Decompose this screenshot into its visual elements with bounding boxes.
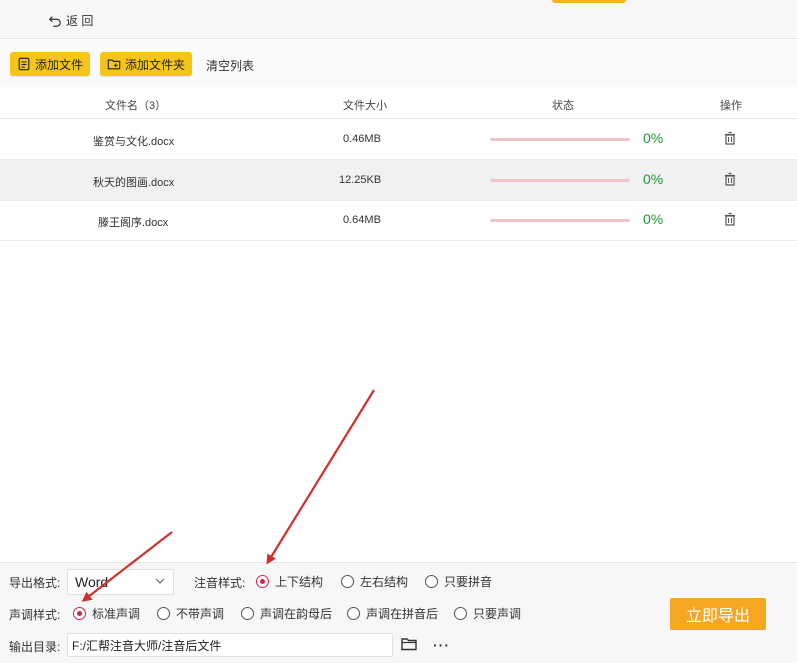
tab-accent [552, 0, 626, 3]
clear-list-button[interactable]: 清空列表 [206, 57, 254, 74]
progress-percent: 0% [643, 130, 664, 146]
column-header-action: 操作 [720, 100, 742, 112]
file-size: 0.64MB [343, 214, 381, 226]
table-row[interactable]: 滕王阁序.docx 0.64MB 0% [0, 200, 797, 241]
back-label: 返 回 [66, 14, 94, 28]
column-header-size: 文件大小 [343, 100, 387, 112]
file-name: 滕王阁序.docx [98, 217, 169, 229]
radio-indicator [157, 607, 170, 620]
radio-tone-only[interactable]: 只要声调 [454, 605, 521, 622]
progress-percent: 0% [643, 211, 664, 227]
export-now-button[interactable]: 立即导出 [670, 598, 766, 630]
radio-annotation-horizontal[interactable]: 左右结构 [341, 573, 408, 590]
trash-icon[interactable] [723, 212, 737, 226]
add-file-button[interactable]: 添加文件 [10, 52, 91, 76]
trash-icon[interactable] [723, 172, 737, 186]
file-size: 12.25KB [339, 174, 382, 186]
column-header-name: 文件名（3） [105, 100, 167, 112]
radio-indicator [347, 607, 360, 620]
tone-style-label: 声调样式: [9, 608, 61, 622]
radio-label: 只要拼音 [444, 575, 493, 589]
radio-annotation-vertical[interactable]: 上下结构 [256, 573, 323, 590]
annotation-style-label: 注音样式: [194, 576, 246, 590]
export-format-select[interactable]: Word [67, 569, 174, 595]
radio-tone-after-final[interactable]: 声调在韵母后 [241, 605, 332, 622]
toolbar: 添加文件 添加文件夹 清空列表 [0, 39, 797, 87]
radio-label: 上下结构 [275, 575, 324, 589]
table-row[interactable]: 秋天的图画.docx 12.25KB 0% [0, 160, 797, 201]
file-name: 秋天的图画.docx [93, 177, 175, 189]
radio-indicator [425, 575, 438, 588]
radio-label: 声调在拼音后 [366, 607, 439, 621]
radio-annotation-pinyin-only[interactable]: 只要拼音 [425, 573, 492, 590]
title-bar: 返 回 [0, 0, 797, 39]
trash-icon[interactable] [723, 131, 737, 145]
progress-bar [490, 179, 630, 182]
folder-add-icon [107, 59, 121, 70]
file-size: 0.46MB [343, 133, 381, 145]
export-format-label: 导出格式: [9, 576, 61, 590]
file-name: 鉴赏与文化.docx [93, 136, 175, 148]
radio-label: 左右结构 [360, 575, 409, 589]
add-folder-button[interactable]: 添加文件夹 [100, 52, 193, 76]
settings-panel: 导出格式: Word 注音样式: 上下结构 左右结构 只要拼音 声调样式: 标准… [0, 562, 797, 663]
chevron-down-icon [155, 578, 165, 584]
radio-label: 声调在韵母后 [260, 607, 333, 621]
annotation-arrow [266, 389, 375, 565]
back-button[interactable]: 返 回 [48, 12, 93, 29]
back-arrow-icon [48, 15, 61, 27]
output-dir-label: 输出目录: [9, 640, 61, 654]
progress-bar [490, 138, 630, 141]
radio-tone-after-pinyin[interactable]: 声调在拼音后 [347, 605, 438, 622]
column-header-status: 状态 [552, 100, 574, 112]
radio-indicator [241, 607, 254, 620]
radio-selected-indicator [256, 575, 269, 588]
progress-percent: 0% [643, 171, 664, 187]
radio-selected-indicator [73, 607, 86, 620]
radio-indicator [341, 575, 354, 588]
radio-label: 只要声调 [473, 607, 522, 621]
table-header: 文件名（3） 文件大小 状态 操作 [0, 87, 797, 119]
file-add-icon [18, 57, 30, 71]
export-format-value: Word [75, 574, 109, 590]
add-file-label: 添加文件 [35, 57, 84, 72]
more-icon[interactable]: ··· [433, 637, 450, 653]
progress-bar [490, 219, 630, 222]
radio-tone-standard[interactable]: 标准声调 [73, 605, 140, 622]
radio-tone-none[interactable]: 不带声调 [157, 605, 224, 622]
folder-icon[interactable] [401, 637, 417, 651]
table-row[interactable]: 鉴赏与文化.docx 0.46MB 0% [0, 119, 797, 160]
radio-label: 标准声调 [92, 607, 141, 621]
radio-label: 不带声调 [176, 607, 225, 621]
radio-indicator [454, 607, 467, 620]
output-dir-field[interactable]: F:/汇帮注音大师/注音后文件 [67, 633, 393, 657]
add-folder-label: 添加文件夹 [125, 57, 186, 72]
